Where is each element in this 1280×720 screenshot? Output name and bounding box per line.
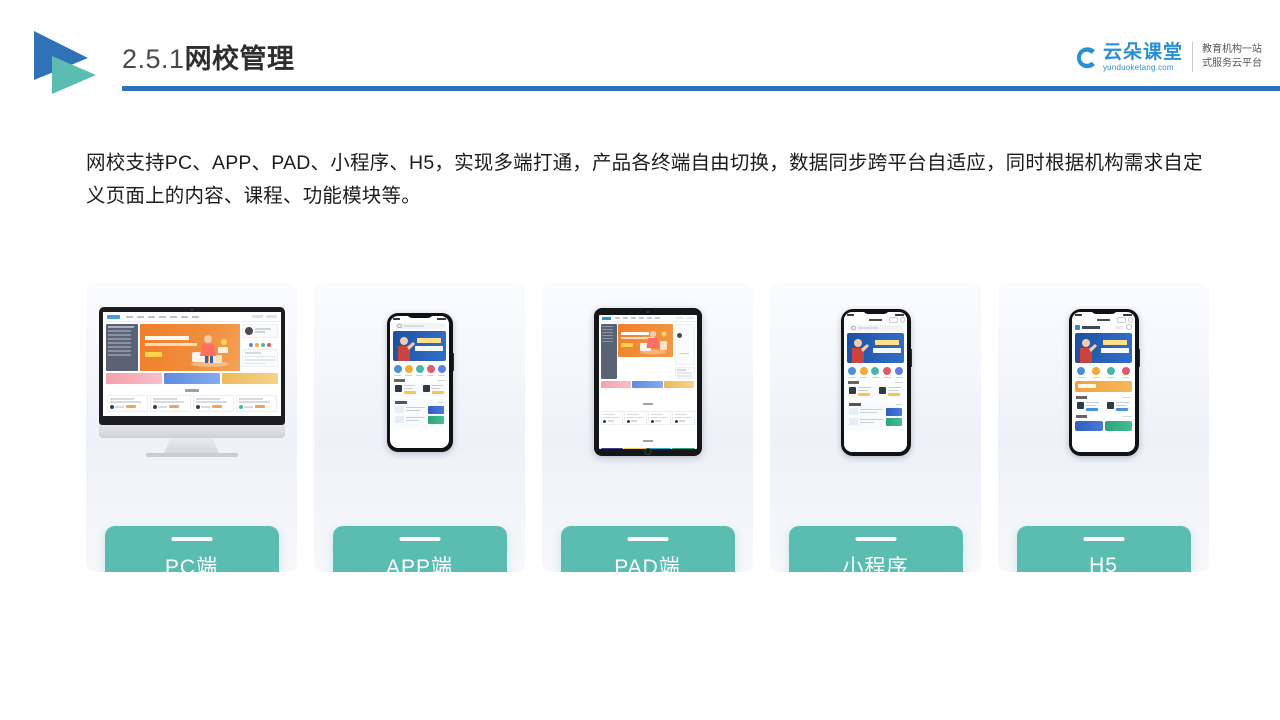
platform-label-text: PAD端 xyxy=(614,555,681,573)
imac-device-icon xyxy=(98,307,285,457)
brand-slogan: 教育机构一站 式服务云平台 xyxy=(1202,43,1262,72)
brand-divider xyxy=(1192,42,1193,72)
platform-label-text: PC端 xyxy=(164,555,219,573)
device-preview-imac xyxy=(86,282,297,482)
device-preview-miniprogram xyxy=(770,282,981,482)
platform-label-text: H5 xyxy=(1089,553,1118,573)
device-preview-h5 xyxy=(998,282,1209,482)
platform-cards-row: PC端 APP端 PAD端 小程序 H5 xyxy=(86,282,1209,572)
page-title-text: 网校管理 xyxy=(184,44,295,74)
smartphone-miniprogram-device-icon xyxy=(840,308,912,456)
platform-label-text: 小程序 xyxy=(842,555,909,573)
device-preview-phone xyxy=(314,282,525,482)
brand-block: 云朵课堂 yunduoketang.com 教育机构一站 式服务云平台 xyxy=(1071,34,1262,80)
platform-card-h5[interactable]: H5 xyxy=(998,282,1209,572)
brand-domain: yunduoketang.com xyxy=(1102,62,1174,72)
brand-slogan-line2: 式服务云平台 xyxy=(1202,58,1262,69)
platform-label-chip-pad[interactable]: PAD端 xyxy=(560,526,735,573)
brand-slogan-line1: 教育机构一站 xyxy=(1202,43,1262,55)
intro-paragraph: 网校支持PC、APP、PAD、小程序、H5，实现多端打通，产品各终端自由切换，数… xyxy=(86,151,1203,207)
platform-label-chip-miniprogram[interactable]: 小程序 xyxy=(788,526,963,573)
platform-label-chip-app[interactable]: APP端 xyxy=(332,526,507,573)
page-title-number: 2.5.1 xyxy=(122,44,185,74)
platform-label-text: APP端 xyxy=(385,555,454,573)
tablet-device-icon xyxy=(593,308,702,456)
device-preview-tablet xyxy=(542,282,753,482)
header-underline xyxy=(122,86,1280,91)
platform-label-chip-pc[interactable]: PC端 xyxy=(104,526,279,573)
brand-name: 云朵课堂 xyxy=(1102,41,1183,63)
platform-card-pad[interactable]: PAD端 xyxy=(542,282,753,572)
cloud-c-icon xyxy=(1071,42,1101,72)
smartphone-device-icon xyxy=(386,312,454,452)
page-title: 2.5.1网校管理 xyxy=(122,46,295,73)
play-triangles-logo-icon xyxy=(26,28,110,96)
platform-card-miniprogram[interactable]: 小程序 xyxy=(770,282,981,572)
platform-card-pc[interactable]: PC端 xyxy=(86,282,297,572)
brand-logo: 云朵课堂 yunduoketang.com xyxy=(1071,42,1183,72)
platform-card-app[interactable]: APP端 xyxy=(314,282,525,572)
platform-label-chip-h5[interactable]: H5 xyxy=(1016,526,1191,573)
brand-text: 云朵课堂 yunduoketang.com xyxy=(1103,43,1183,72)
smartphone-h5-device-icon xyxy=(1068,308,1140,456)
slide-header: 2.5.1网校管理 云朵课堂 yunduoketang.com 教育机构一站 式… xyxy=(0,0,1280,100)
